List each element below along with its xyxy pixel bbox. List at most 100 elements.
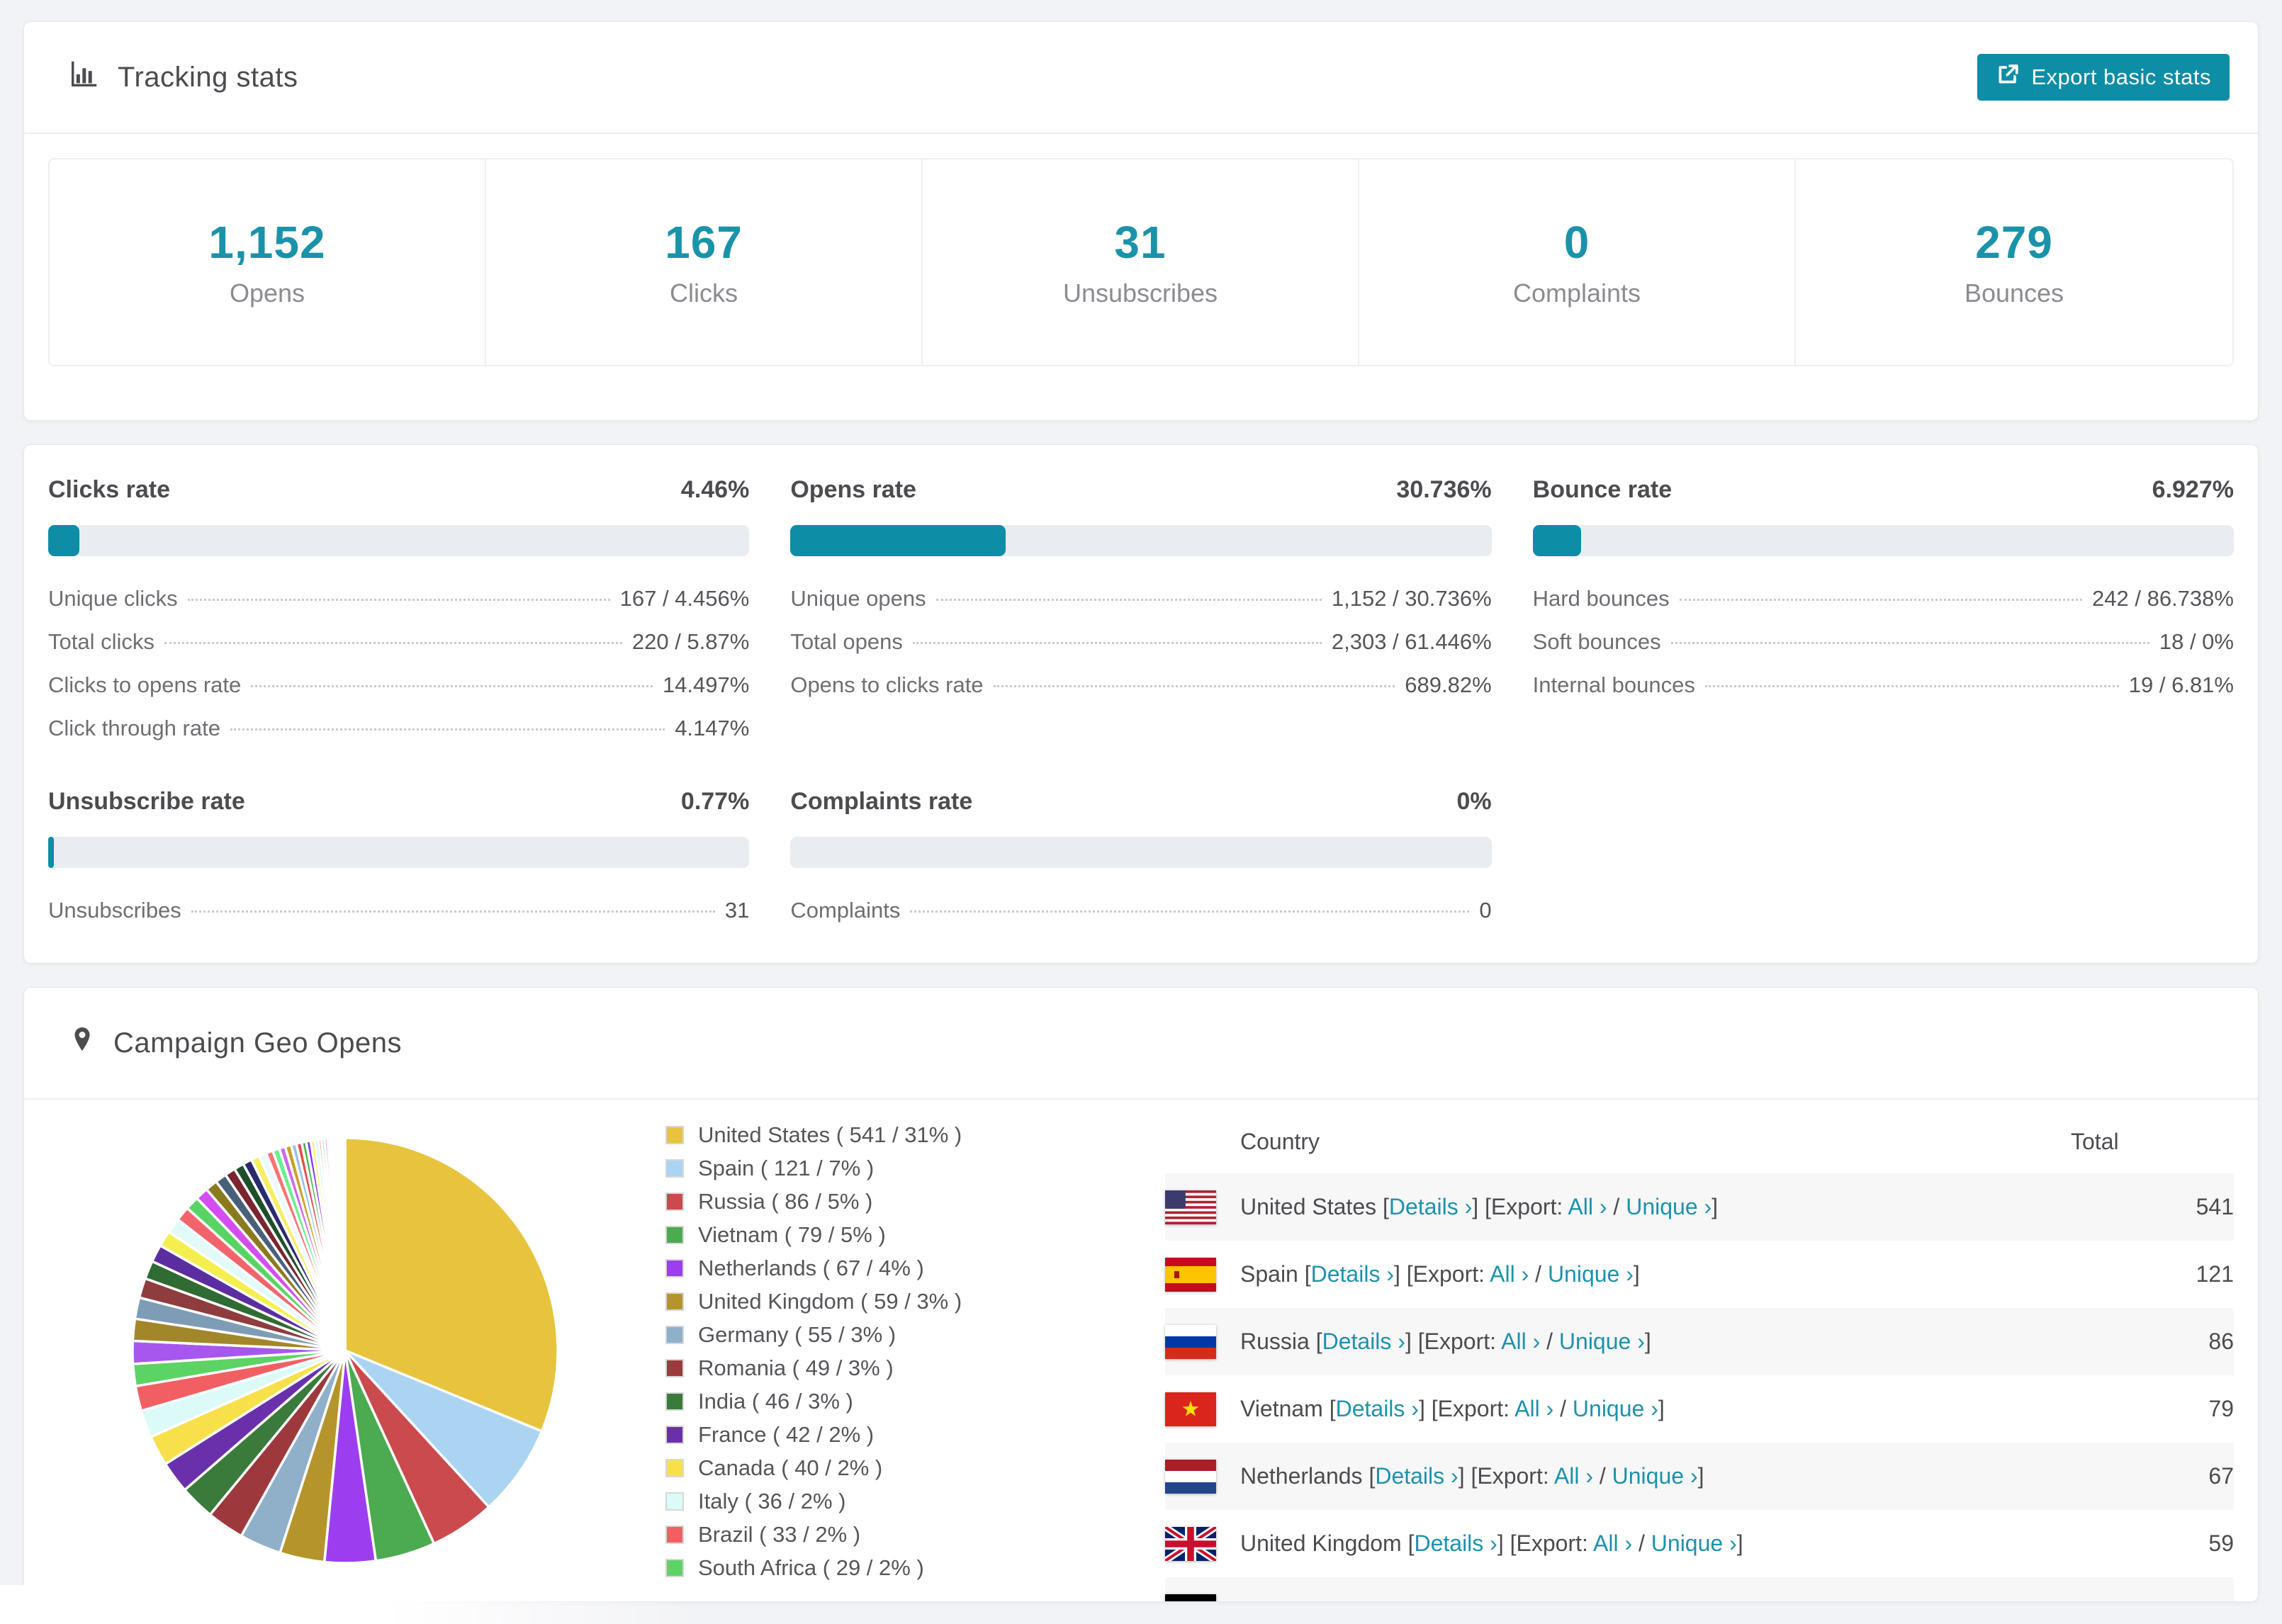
- export-all-link[interactable]: All ›: [1593, 1530, 1632, 1556]
- details-link[interactable]: Details ›: [1414, 1530, 1497, 1556]
- stat-bounces: 279 Bounces: [1796, 159, 2232, 365]
- rate-title: Clicks rate: [48, 476, 170, 503]
- total-value: 67: [2208, 1463, 2234, 1489]
- legend-item-russia[interactable]: Russia ( 86 / 5% ): [665, 1189, 1165, 1214]
- stat-opens: 1,152 Opens: [50, 159, 486, 365]
- rate-detail-label: Unique clicks: [48, 586, 178, 611]
- legend-label: France ( 42 / 2% ): [698, 1422, 875, 1447]
- export-unique-link[interactable]: Unique ›: [1612, 1463, 1698, 1489]
- table-row-vietnam: Vietnam [Details ›] [Export: All › / Uni…: [1165, 1375, 2234, 1443]
- rate-detail-row: Internal bounces 19 / 6.81%: [1533, 672, 2234, 698]
- legend-swatch: [665, 1526, 684, 1544]
- stat-label: Unsubscribes: [1062, 278, 1218, 308]
- rate-detail-row: Total clicks 220 / 5.87%: [48, 629, 749, 655]
- rate-detail-row: Hard bounces 242 / 86.738%: [1533, 586, 2234, 611]
- nl-flag-icon: [1165, 1459, 1216, 1494]
- rate-detail-value: 18 / 0%: [2159, 629, 2234, 654]
- legend-swatch: [665, 1259, 684, 1278]
- legend-item-india[interactable]: India ( 46 / 3% ): [665, 1389, 1165, 1414]
- export-all-link[interactable]: All ›: [1501, 1329, 1540, 1354]
- geo-table-header: Country Total: [1165, 1110, 2234, 1173]
- rates-grid: Clicks rate 4.46% Unique clicks 167 / 4.456…: [48, 476, 2234, 923]
- rate-detail-value: 689.82%: [1405, 672, 1492, 697]
- legend-item-united-states[interactable]: United States ( 541 / 31% ): [665, 1122, 1165, 1148]
- geo-title-row: Campaign Geo Opens: [68, 1024, 402, 1062]
- rate-block-opens-rate: Opens rate 30.736% Unique opens 1,152 / 30.…: [790, 476, 1492, 741]
- geo-table: Country Total United States [Details ›] …: [1165, 1110, 2234, 1601]
- dotted-leader: [187, 599, 610, 601]
- export-unique-link[interactable]: Unique ›: [1573, 1396, 1658, 1421]
- de-flag-icon: [1165, 1594, 1216, 1601]
- progress-bar-fill: [48, 525, 80, 556]
- details-link[interactable]: Details ›: [1375, 1463, 1458, 1489]
- rate-block-clicks-rate: Clicks rate 4.46% Unique clicks 167 / 4.456…: [48, 476, 750, 741]
- legend-label: South Africa ( 29 / 2% ): [698, 1555, 924, 1580]
- geo-title: Campaign Geo Opens: [113, 1027, 403, 1059]
- rate-detail-label: Complaints: [790, 898, 901, 923]
- rate-block-unsubscribe-rate: Unsubscribe rate 0.77% Unsubscribes 31: [48, 788, 750, 923]
- export-unique-link[interactable]: Unique ›: [1559, 1329, 1645, 1354]
- rate-detail-label: Unique opens: [790, 586, 926, 611]
- es-flag-icon: [1165, 1257, 1216, 1292]
- legend-item-france[interactable]: France ( 42 / 2% ): [665, 1422, 1165, 1448]
- details-link[interactable]: Details ›: [1389, 1194, 1472, 1219]
- total-value: 121: [2196, 1261, 2234, 1287]
- export-basic-stats-button[interactable]: Export basic stats: [1977, 54, 2230, 101]
- export-all-link[interactable]: All ›: [1568, 1194, 1607, 1219]
- gb-flag-icon: [1165, 1526, 1216, 1561]
- legend-item-germany[interactable]: Germany ( 55 / 3% ): [665, 1322, 1165, 1348]
- export-all-link[interactable]: All ›: [1514, 1396, 1553, 1421]
- dotted-leader: [935, 599, 1322, 601]
- total-value: 86: [2208, 1329, 2234, 1354]
- page-title: Tracking stats: [118, 61, 298, 93]
- stat-value: 0: [1563, 217, 1590, 268]
- rate-detail-value: 167 / 4.456%: [619, 586, 750, 611]
- rates-card: Clicks rate 4.46% Unique clicks 167 / 4.456…: [23, 444, 2259, 964]
- geo-content: United States ( 541 / 31% ) Spain ( 121 /…: [24, 1100, 2258, 1601]
- ru-flag-icon: [1165, 1324, 1216, 1359]
- details-link[interactable]: Details ›: [1322, 1329, 1405, 1354]
- export-unique-link[interactable]: Unique ›: [1626, 1194, 1712, 1219]
- progress-bar-fill: [48, 837, 54, 868]
- stat-label: Opens: [229, 278, 305, 308]
- legend-item-italy[interactable]: Italy ( 36 / 2% ): [665, 1489, 1165, 1514]
- rate-block-complaints-rate: Complaints rate 0% Complaints 0: [790, 788, 1492, 923]
- progress-bar: [1532, 525, 2234, 556]
- legend-item-canada[interactable]: Canada ( 40 / 2% ): [665, 1455, 1165, 1481]
- table-row-russia: Russia [Details ›] [Export: All › / Uniq…: [1165, 1308, 2234, 1375]
- bar-chart-icon: [68, 57, 101, 97]
- export-unique-link[interactable]: Unique ›: [1548, 1261, 1634, 1287]
- legend-item-united-kingdom[interactable]: United Kingdom ( 59 / 3% ): [665, 1289, 1165, 1314]
- table-row-united-states: United States [Details ›] [Export: All ›…: [1165, 1173, 2234, 1241]
- export-all-link[interactable]: All ›: [1490, 1261, 1529, 1287]
- legend-item-romania[interactable]: Romania ( 49 / 3% ): [665, 1355, 1165, 1381]
- rate-detail-row: Total opens 2,303 / 61.446%: [790, 629, 1491, 655]
- legend-item-spain[interactable]: Spain ( 121 / 7% ): [665, 1156, 1165, 1181]
- dotted-leader: [1679, 599, 2083, 601]
- legend-swatch: [665, 1459, 684, 1477]
- legend-swatch: [665, 1192, 684, 1211]
- rate-detail-value: 14.497%: [662, 672, 750, 697]
- campaign-geo-opens-card: Campaign Geo Opens United States ( 541 /…: [23, 987, 2259, 1602]
- geo-table-rows: United States [Details ›] [Export: All ›…: [1165, 1173, 2234, 1601]
- details-link[interactable]: Details ›: [1311, 1261, 1394, 1287]
- rate-detail-label: Soft bounces: [1532, 629, 1661, 654]
- progress-bar: [790, 837, 1492, 868]
- tracking-stats-header: Tracking stats Export basic stats: [24, 22, 2258, 134]
- details-link[interactable]: Details ›: [1336, 1396, 1419, 1421]
- export-all-link[interactable]: All ›: [1554, 1463, 1593, 1489]
- dotted-leader: [1670, 642, 2149, 644]
- rate-detail-label: Total clicks: [48, 629, 154, 654]
- rate-detail-value: 19 / 6.81%: [2128, 672, 2234, 697]
- export-unique-link[interactable]: Unique ›: [1651, 1530, 1737, 1556]
- rate-detail-label: Opens to clicks rate: [790, 672, 984, 697]
- legend-item-brazil[interactable]: Brazil ( 33 / 2% ): [665, 1522, 1165, 1547]
- legend-item-south-africa[interactable]: South Africa ( 29 / 2% ): [665, 1555, 1165, 1581]
- legend-item-vietnam[interactable]: Vietnam ( 79 / 5% ): [665, 1222, 1165, 1248]
- stats-summary-box: 1,152 Opens 167 Clicks 31 Unsubscribes 0 Compla…: [48, 158, 2234, 366]
- total-value: 541: [2196, 1194, 2234, 1219]
- country-name: Spain: [1240, 1261, 1305, 1287]
- table-row-united-kingdom: United Kingdom [Details ›] [Export: All …: [1165, 1510, 2234, 1577]
- legend-swatch: [665, 1359, 684, 1377]
- legend-item-netherlands[interactable]: Netherlands ( 67 / 4% ): [665, 1256, 1165, 1281]
